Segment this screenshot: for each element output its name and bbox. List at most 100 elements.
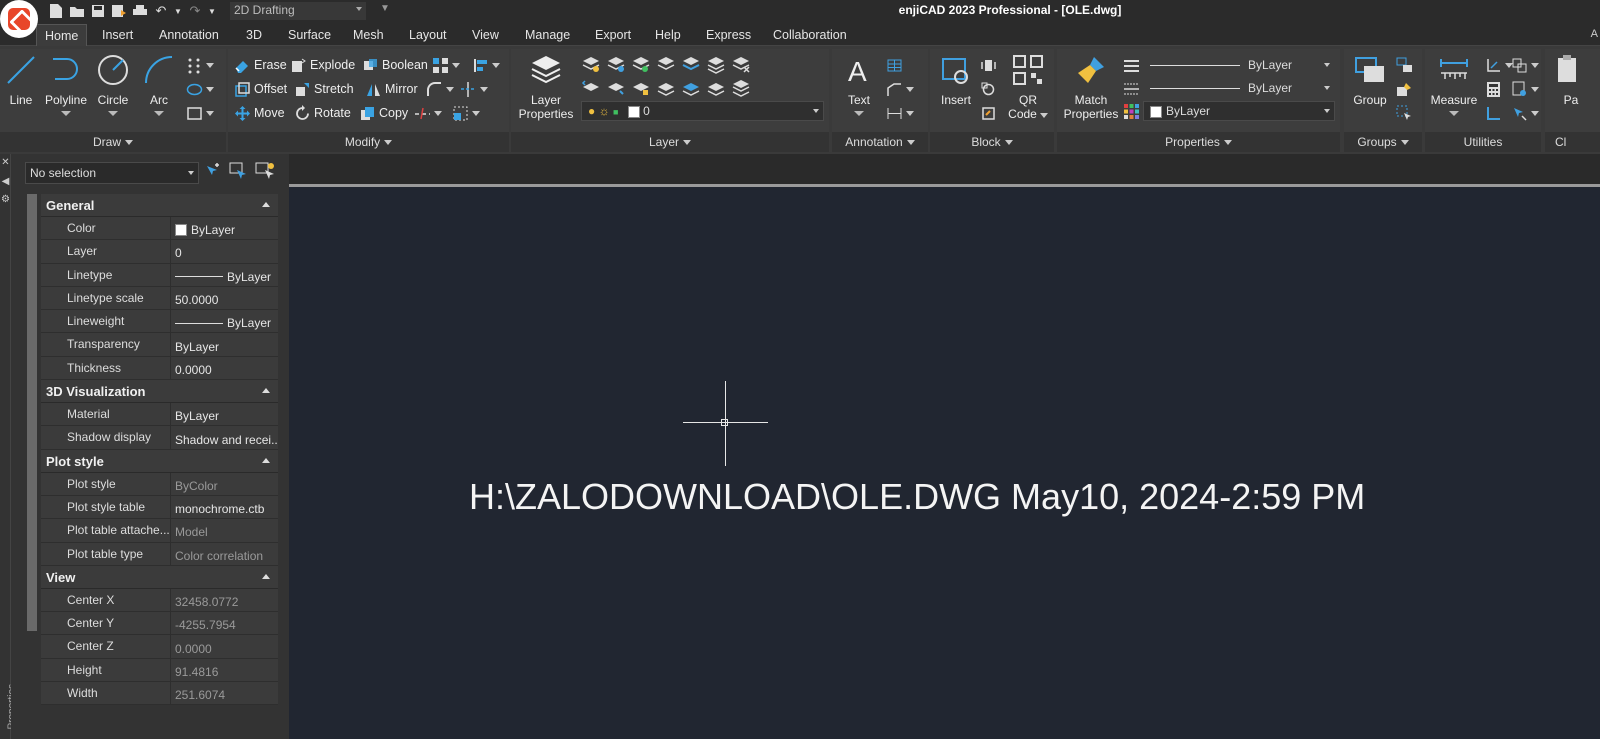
- chevron-down-icon[interactable]: [472, 110, 480, 116]
- property-row-center-x[interactable]: Center X 32458.0772: [41, 588, 278, 613]
- property-row-layer[interactable]: Layer 0: [41, 240, 278, 264]
- calculator-button[interactable]: [1485, 79, 1502, 99]
- arc-button[interactable]: Arc: [142, 53, 176, 116]
- collapse-icon[interactable]: [262, 388, 270, 394]
- property-value[interactable]: -4255.7954: [171, 612, 278, 634]
- layer-select[interactable]: ● ☼ ■ 0: [581, 101, 824, 121]
- chevron-down-icon[interactable]: [906, 86, 914, 92]
- chevron-down-icon[interactable]: [1039, 113, 1048, 118]
- qr-code-button[interactable]: QR Code: [1008, 53, 1048, 121]
- property-value[interactable]: monochrome.ctb: [171, 496, 278, 518]
- tab-manage[interactable]: Manage: [525, 24, 570, 46]
- circle-button[interactable]: Circle: [96, 53, 130, 116]
- property-row-plot-table-attache[interactable]: Plot table attache... Model: [41, 519, 278, 543]
- chevron-down-icon[interactable]: [452, 62, 460, 68]
- modify-panel-title[interactable]: Modify: [228, 132, 509, 152]
- break-button[interactable]: [414, 103, 442, 123]
- section-header-plot-style[interactable]: Plot style: [41, 449, 278, 473]
- layer-isolate-icon[interactable]: [606, 55, 626, 75]
- quick-select-button[interactable]: [1511, 103, 1539, 123]
- scale-button[interactable]: [452, 103, 480, 123]
- measure-button[interactable]: Measure: [1427, 53, 1481, 116]
- select-objects-icon[interactable]: [227, 160, 251, 184]
- property-value[interactable]: ByLayer: [171, 264, 278, 286]
- property-row-shadow-display[interactable]: Shadow display Shadow and recei...: [41, 426, 278, 450]
- layer-walk-icon[interactable]: [606, 78, 626, 98]
- layer-state-icon[interactable]: [581, 55, 601, 75]
- chevron-down-icon[interactable]: [108, 111, 118, 116]
- tab-3d[interactable]: 3D: [246, 24, 262, 46]
- property-row-linetype-scale[interactable]: Linetype scale 50.0000: [41, 286, 278, 311]
- autohide-icon[interactable]: ◀: [0, 176, 11, 187]
- gear-icon[interactable]: ⚙: [0, 194, 11, 205]
- tab-annotation[interactable]: Annotation: [159, 24, 219, 46]
- property-value[interactable]: Shadow and recei...: [171, 426, 278, 448]
- tab-help[interactable]: Help: [655, 24, 681, 46]
- block-create-button[interactable]: [980, 79, 997, 99]
- match-properties-button[interactable]: Match Properties: [1059, 53, 1123, 121]
- ucs-button[interactable]: [1485, 103, 1502, 123]
- lineweight-select[interactable]: ByLayer: [1143, 78, 1335, 98]
- property-row-plot-style-table[interactable]: Plot style table monochrome.ctb: [41, 495, 278, 520]
- erase-button[interactable]: Erase: [234, 55, 287, 75]
- layer-off-icon[interactable]: [656, 55, 676, 75]
- property-row-center-z[interactable]: Center Z 0.0000: [41, 635, 278, 659]
- array-button[interactable]: [432, 55, 460, 75]
- properties-panel-title[interactable]: Properties: [1057, 132, 1340, 152]
- rectangle-button[interactable]: [186, 103, 214, 123]
- quick-calc-button[interactable]: [1511, 79, 1539, 99]
- chevron-down-icon[interactable]: [206, 110, 214, 116]
- tab-collaboration[interactable]: Collaboration: [773, 24, 847, 46]
- property-row-color[interactable]: Color ByLayer: [41, 217, 278, 241]
- property-row-transparency[interactable]: Transparency ByLayer: [41, 333, 278, 357]
- move-button[interactable]: Move: [234, 103, 285, 123]
- property-value[interactable]: ByLayer: [171, 333, 278, 355]
- polyline-button[interactable]: Polyline: [44, 53, 88, 116]
- leader-button[interactable]: [886, 79, 914, 99]
- property-value[interactable]: ByLayer: [171, 310, 278, 332]
- point-button[interactable]: [186, 55, 214, 75]
- property-value[interactable]: 0.0000: [171, 357, 278, 379]
- chevron-down-icon[interactable]: [1449, 111, 1459, 116]
- coordinates-button[interactable]: [1485, 55, 1513, 75]
- tab-express[interactable]: Express: [706, 24, 751, 46]
- chevron-down-icon[interactable]: [1531, 62, 1539, 68]
- layer-panel-title[interactable]: Layer: [511, 132, 829, 152]
- section-header-general[interactable]: General: [41, 194, 278, 217]
- tab-surface[interactable]: Surface: [288, 24, 331, 46]
- collapse-icon[interactable]: [262, 202, 270, 207]
- drawing-text-entity[interactable]: H:\ZALODOWNLOAD\OLE.DWG May10, 2024-2:59…: [469, 476, 1365, 518]
- insert-block-button[interactable]: Insert: [936, 53, 976, 107]
- tab-home[interactable]: Home: [36, 24, 88, 46]
- selection-select[interactable]: No selection: [25, 162, 199, 184]
- property-row-lineweight[interactable]: Lineweight ByLayer: [41, 310, 278, 334]
- rotate-button[interactable]: Rotate: [294, 103, 351, 123]
- layer-merge-icon[interactable]: [706, 55, 726, 75]
- clipboard-panel-title[interactable]: Cl: [1545, 132, 1600, 152]
- mirror-button[interactable]: Mirror: [365, 79, 418, 99]
- linetype-select[interactable]: ByLayer: [1143, 55, 1335, 75]
- chevron-down-icon[interactable]: [1531, 86, 1539, 92]
- block-attribute-button[interactable]: [980, 103, 997, 123]
- chevron-down-icon[interactable]: [854, 111, 864, 116]
- layer-match-icon[interactable]: [631, 78, 651, 98]
- ungroup-button[interactable]: [1396, 55, 1413, 75]
- tab-view[interactable]: View: [472, 24, 499, 46]
- chevron-down-icon[interactable]: [154, 111, 164, 116]
- group-edit-button[interactable]: [1396, 79, 1413, 99]
- chevron-down-icon[interactable]: [492, 62, 500, 68]
- tab-mesh[interactable]: Mesh: [353, 24, 384, 46]
- property-value[interactable]: 91.4816: [171, 659, 278, 681]
- layer-freeze-icon[interactable]: [631, 55, 651, 75]
- dimension-button[interactable]: [886, 103, 914, 123]
- align-button[interactable]: [472, 55, 500, 75]
- text-button[interactable]: A Text: [842, 53, 876, 116]
- annotation-panel-title[interactable]: Annotation: [832, 132, 928, 152]
- property-value[interactable]: Color correlation: [171, 543, 278, 565]
- select-similar-button[interactable]: [1511, 55, 1539, 75]
- layer-properties-button[interactable]: Layer Properties: [517, 53, 575, 121]
- app-logo[interactable]: [0, 0, 38, 38]
- layer-delete-icon[interactable]: [731, 55, 751, 75]
- property-value[interactable]: 32458.0772: [171, 589, 278, 611]
- property-row-plot-table-type[interactable]: Plot table type Color correlation: [41, 542, 278, 566]
